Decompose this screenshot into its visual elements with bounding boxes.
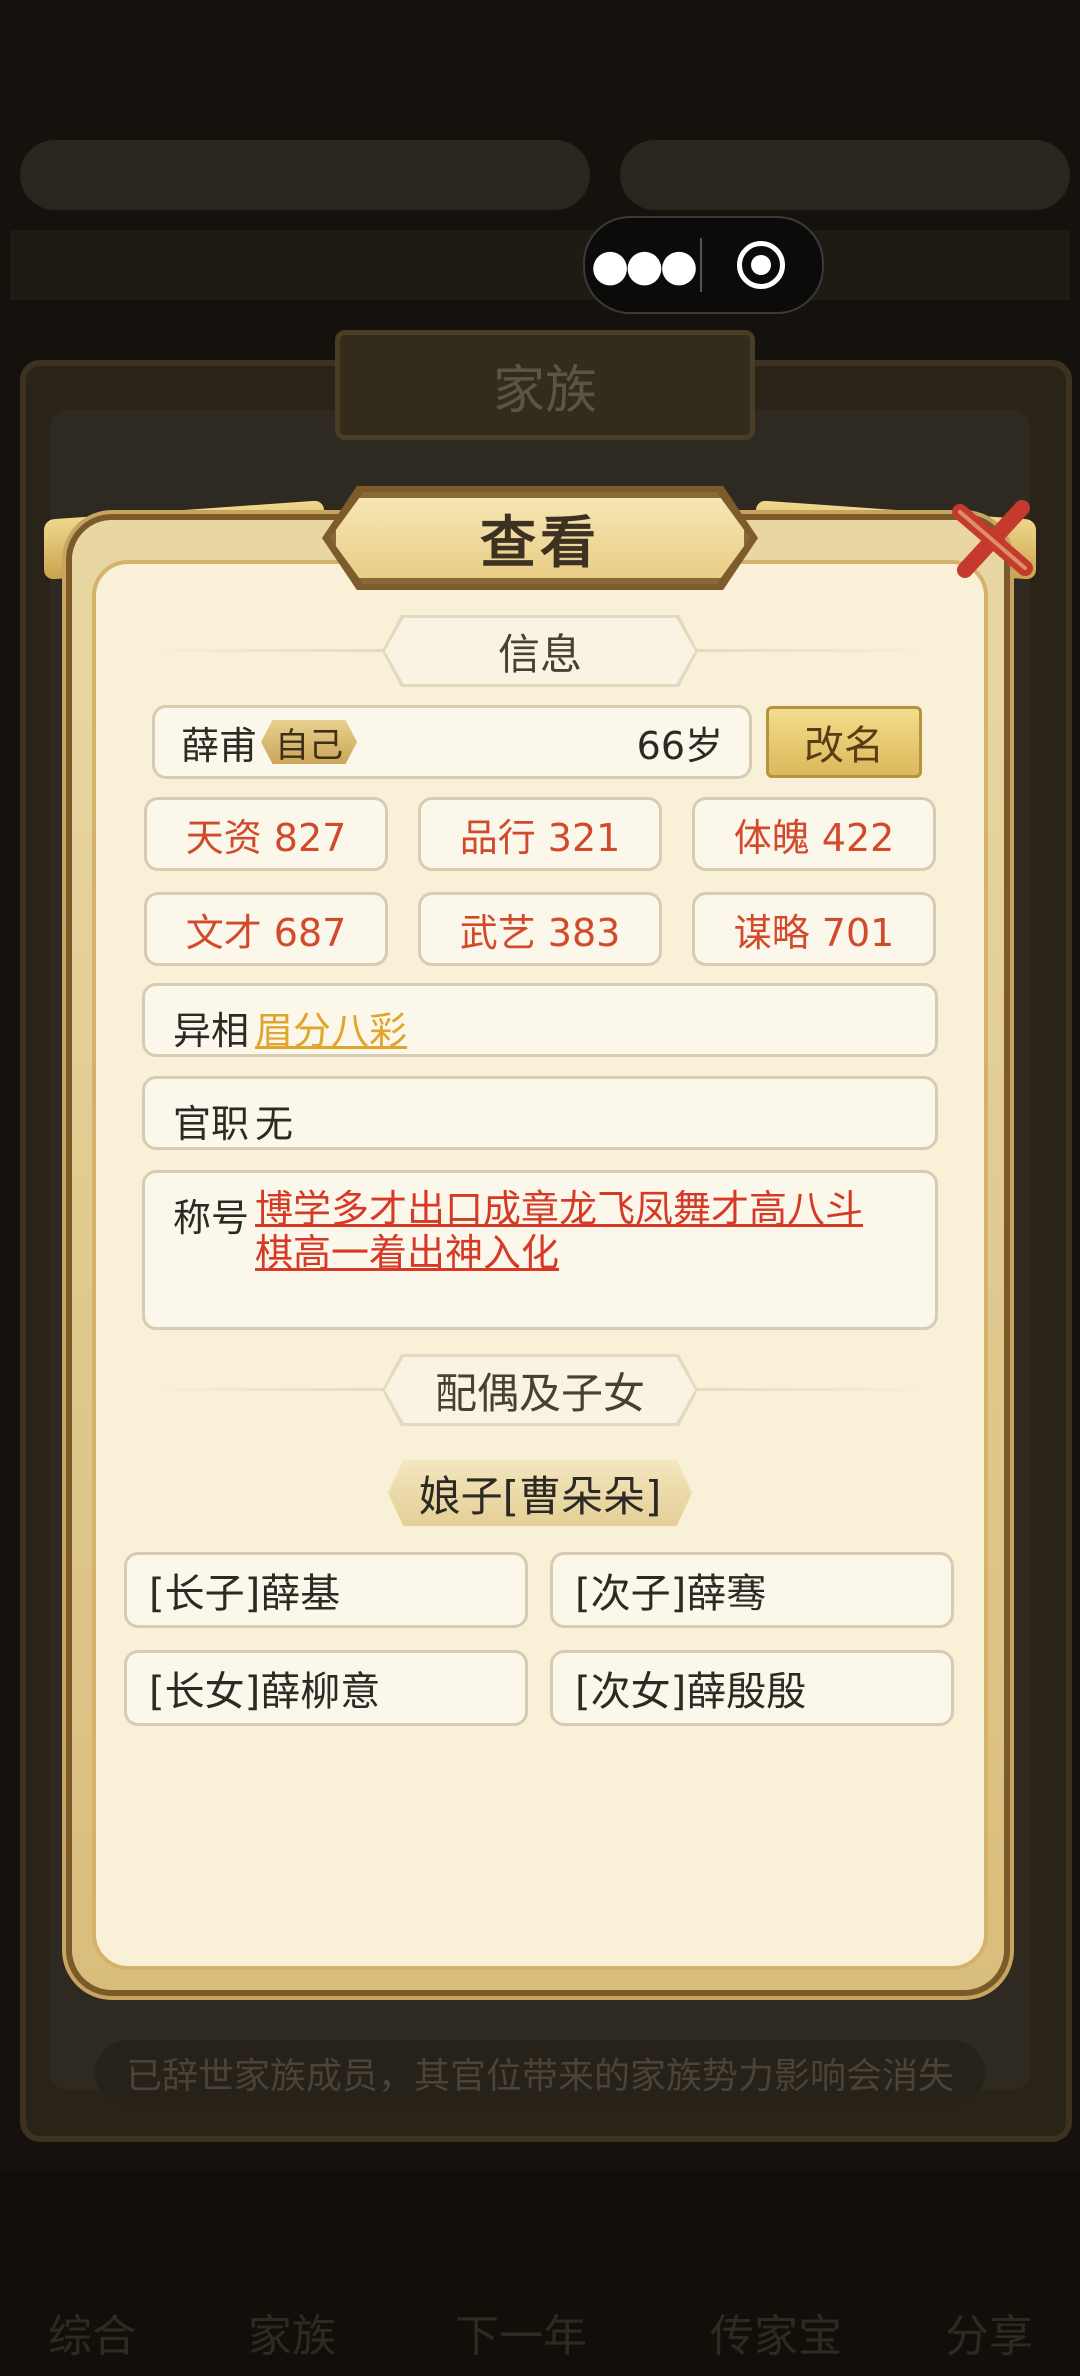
stat-aptitude: 天资 827 — [144, 797, 388, 871]
self-badge: 自己 — [261, 720, 358, 764]
modal-title: 查看 — [480, 510, 600, 576]
info-section-header: 信息 — [385, 618, 695, 684]
titles-line[interactable]: 棋高一着出神入化 — [255, 1231, 559, 1275]
spouse-tag[interactable]: 娘子[曹朵朵] — [388, 1460, 692, 1526]
bg-nav-item: 综合 — [48, 2311, 136, 2362]
rename-button[interactable]: 改名 — [766, 706, 922, 778]
stat-strategy: 谋略 701 — [692, 892, 936, 966]
office-value: 无 — [255, 1102, 294, 1146]
child-item[interactable]: [次子]薛骞 — [550, 1552, 954, 1628]
titles-label: 称号 — [173, 1196, 250, 1240]
bg-nav-item: 分享 — [945, 2311, 1033, 2362]
bg-nav-item: 家族 — [248, 2311, 336, 2362]
family-section-header: 配偶及子女 — [385, 1357, 695, 1423]
stat-physique: 体魄 422 — [692, 797, 936, 871]
character-age: 66岁 — [636, 723, 723, 768]
trait-label: 异相 — [173, 1009, 250, 1053]
close-icon[interactable] — [940, 490, 1040, 590]
character-name: 薛甫 — [181, 723, 258, 768]
target-close-icon[interactable] — [702, 241, 820, 289]
bg-nav-item: 传家宝 — [710, 2311, 842, 2362]
stat-conduct: 品行 321 — [418, 797, 662, 871]
mini-program-capsule: ●●● — [583, 216, 824, 314]
modal-title-plate: 查看 — [330, 492, 750, 584]
stat-literacy: 文才 687 — [144, 892, 388, 966]
titles-box: 称号 博学多才出口成章龙飞凤舞才高八斗 棋高一着出神入化 — [142, 1170, 938, 1330]
bg-nav-item: 下一年 — [455, 2311, 587, 2362]
child-item[interactable]: [长子]薛基 — [124, 1552, 528, 1628]
bg-family-title: 家族 — [335, 330, 755, 440]
office-label: 官职 — [173, 1102, 250, 1146]
trait-box: 异相 眉分八彩 — [142, 983, 938, 1057]
titles-line[interactable]: 博学多才出口成章龙飞凤舞才高八斗 — [255, 1187, 895, 1231]
trait-value-link[interactable]: 眉分八彩 — [255, 1000, 407, 1055]
stat-martial: 武艺 383 — [418, 892, 662, 966]
child-item[interactable]: [长女]薛柳意 — [124, 1650, 528, 1726]
bg-top-bar-right — [620, 140, 1070, 210]
bg-top-bar-left — [20, 140, 590, 210]
bg-member-row — [10, 230, 1070, 300]
more-dots-icon[interactable]: ●●● — [585, 240, 700, 291]
name-box: 薛甫 自己 66岁 — [152, 705, 752, 779]
child-item[interactable]: [次女]薛殷殷 — [550, 1650, 954, 1726]
office-box: 官职 无 — [142, 1076, 938, 1150]
bg-notice: 已辞世家族成员，其官位带来的家族势力影响会消失 — [95, 2040, 985, 2106]
